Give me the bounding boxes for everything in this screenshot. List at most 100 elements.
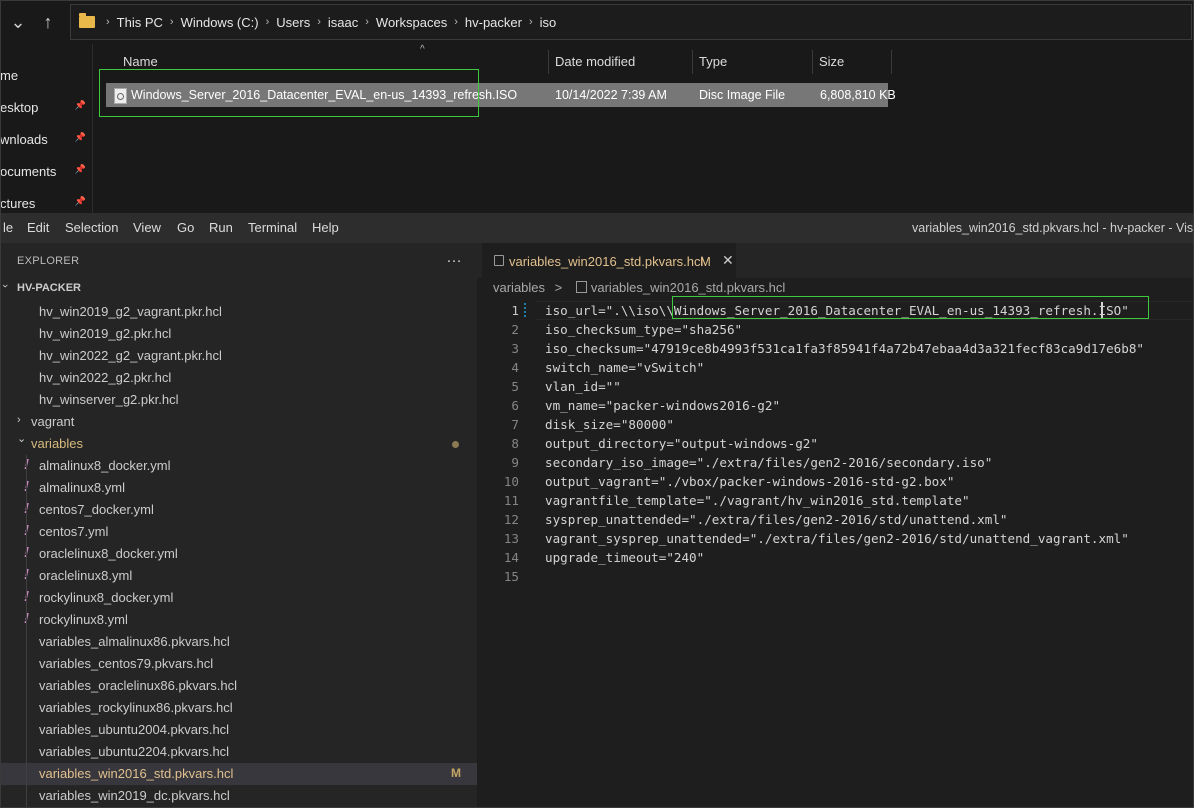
code-line[interactable]: 3 iso_checksum="47919ce8b4993f531ca1fa3f8…: [477, 339, 1194, 358]
menu-selection[interactable]: Selection: [65, 220, 118, 235]
column-type[interactable]: Type: [699, 54, 727, 69]
column-date-modified[interactable]: Date modified: [555, 54, 635, 69]
git-modified-badge: M: [451, 766, 461, 780]
breadcrumb-segment[interactable]: This PC: [117, 15, 163, 30]
column-size[interactable]: Size: [819, 54, 844, 69]
line-number: 13: [503, 531, 519, 546]
tab-active-file[interactable]: variables_win2016_std.pkvars.hcl M ✕: [482, 243, 736, 278]
tree-folder[interactable]: ⌄ variables: [0, 433, 477, 455]
breadcrumb-segment[interactable]: Workspaces: [376, 15, 447, 30]
breadcrumb-segment[interactable]: Users: [276, 15, 310, 30]
column-divider[interactable]: [692, 50, 693, 74]
nav-item[interactable]: ctures 📌: [0, 194, 92, 214]
tree-file[interactable]: hv_win2019_g2.pkr.hcl: [0, 323, 477, 345]
tree-file[interactable]: hv_win2022_g2.pkr.hcl: [0, 367, 477, 389]
tree-file[interactable]: !almalinux8.yml: [0, 477, 477, 499]
text-cursor: [1101, 302, 1103, 318]
tree-file[interactable]: hv_winserver_g2.pkr.hcl: [0, 389, 477, 411]
code-line[interactable]: 7 disk_size="80000": [477, 415, 1194, 434]
menu-view[interactable]: View: [133, 220, 161, 235]
tree-file[interactable]: variables_rockylinux86.pkvars.hcl: [0, 697, 477, 719]
chevron-down-icon[interactable]: ⌄: [17, 432, 26, 445]
chevron-right-icon[interactable]: ›: [17, 414, 21, 426]
tree-file[interactable]: hv_win2019_g2_vagrant.pkr.hcl: [0, 301, 477, 323]
tree-file[interactable]: !centos7.yml: [0, 521, 477, 543]
tree-item-label: hv_win2019_g2_vagrant.pkr.hcl: [39, 304, 222, 319]
breadcrumb-file[interactable]: variables_win2016_std.pkvars.hcl: [591, 280, 785, 295]
tree-folder[interactable]: › vagrant: [0, 411, 477, 433]
tree-file[interactable]: !oraclelinux8_docker.yml: [0, 543, 477, 565]
menu-run[interactable]: Run: [209, 220, 233, 235]
chevron-right-icon[interactable]: ›: [106, 16, 110, 28]
tree-file[interactable]: variables_ubuntu2004.pkvars.hcl: [0, 719, 477, 741]
line-number: 10: [503, 474, 519, 489]
chevron-right-icon[interactable]: ›: [170, 16, 174, 28]
code-line[interactable]: 2 iso_checksum_type="sha256": [477, 320, 1194, 339]
tree-item-label: variables_almalinux86.pkvars.hcl: [39, 634, 230, 649]
code-line[interactable]: 9 secondary_iso_image="./extra/files/gen2…: [477, 453, 1194, 472]
folder-icon: [79, 13, 95, 28]
chevron-right-icon[interactable]: ›: [266, 16, 270, 28]
code-line[interactable]: 15: [477, 567, 1194, 586]
breadcrumb-segment[interactable]: hv-packer: [465, 15, 522, 30]
line-number: 2: [511, 322, 519, 337]
project-section-header[interactable]: HV-PACKER: [17, 282, 81, 294]
window-title: variables_win2016_std.pkvars.hcl - hv-pa…: [912, 221, 1194, 235]
line-number: 9: [511, 455, 519, 470]
chevron-right-icon[interactable]: ›: [317, 16, 321, 28]
close-icon[interactable]: ✕: [722, 252, 734, 269]
tree-file[interactable]: variables_centos79.pkvars.hcl: [0, 653, 477, 675]
tree-file[interactable]: variables_win2016_std.pkvars.hcl M: [0, 763, 477, 785]
column-divider[interactable]: [548, 50, 549, 74]
chevron-right-icon[interactable]: ›: [365, 16, 369, 28]
code-text: vagrant_sysprep_unattended="./extra/file…: [545, 531, 1129, 546]
column-divider[interactable]: [812, 50, 813, 74]
down-arrow-icon[interactable]: ⌄: [6, 10, 30, 34]
nav-item[interactable]: wnloads 📌: [0, 130, 92, 150]
tree-file[interactable]: !centos7_docker.yml: [0, 499, 477, 521]
breadcrumb-segment[interactable]: iso: [540, 15, 557, 30]
up-arrow-icon[interactable]: ↑: [36, 10, 60, 34]
chevron-right-icon[interactable]: ›: [454, 16, 458, 28]
tree-item-label: variables: [31, 436, 84, 451]
menu-edit[interactable]: Edit: [27, 220, 49, 235]
breadcrumb-segment[interactable]: Windows (C:): [181, 15, 259, 30]
code-line[interactable]: 13 vagrant_sysprep_unattended="./extra/fi…: [477, 529, 1194, 548]
tree-item-label: centos7_docker.yml: [39, 502, 154, 517]
tree-file[interactable]: !almalinux8_docker.yml: [0, 455, 477, 477]
tree-file[interactable]: variables_ubuntu2204.pkvars.hcl: [0, 741, 477, 763]
code-line[interactable]: 14 upgrade_timeout="240": [477, 548, 1194, 567]
chevron-right-icon[interactable]: ›: [529, 16, 533, 28]
nav-item[interactable]: ocuments 📌: [0, 162, 92, 182]
nav-item[interactable]: esktop 📌: [0, 98, 92, 118]
tree-file[interactable]: variables_win2019_dc.pkvars.hcl: [0, 785, 477, 807]
breadcrumb-segment[interactable]: isaac: [328, 15, 358, 30]
code-line[interactable]: 6 vm_name="packer-windows2016-g2": [477, 396, 1194, 415]
code-line[interactable]: 10 output_vagrant="./vbox/packer-windows-…: [477, 472, 1194, 491]
column-divider[interactable]: [891, 50, 892, 74]
code-line[interactable]: 8 output_directory="output-windows-g2": [477, 434, 1194, 453]
tree-file[interactable]: !rockylinux8.yml: [0, 609, 477, 631]
address-bar[interactable]: › This PC › Windows (C:) › Users › isaac › Worksp…: [70, 4, 1192, 40]
menu-help[interactable]: Help: [312, 220, 339, 235]
nav-item[interactable]: me: [0, 66, 92, 86]
menu-terminal[interactable]: Terminal: [248, 220, 297, 235]
tree-file[interactable]: !oraclelinux8.yml: [0, 565, 477, 587]
line-number: 12: [503, 512, 519, 527]
tree-file[interactable]: variables_oraclelinux86.pkvars.hcl: [0, 675, 477, 697]
chevron-down-icon[interactable]: ›: [0, 284, 11, 288]
code-line[interactable]: 11 vagrantfile_template="./vagrant/hv_win…: [477, 491, 1194, 510]
tree-item-label: variables_win2019_dc.pkvars.hcl: [39, 788, 230, 803]
code-editor[interactable]: 1 iso_url=".\\iso\\Windows_Server_2016_Da…: [477, 301, 1194, 586]
more-actions-icon[interactable]: …: [446, 249, 462, 267]
column-name[interactable]: Name: [123, 54, 158, 69]
code-line[interactable]: 4 switch_name="vSwitch": [477, 358, 1194, 377]
code-line[interactable]: 5 vlan_id="": [477, 377, 1194, 396]
tree-file[interactable]: !rockylinux8_docker.yml: [0, 587, 477, 609]
tree-file[interactable]: hv_win2022_g2_vagrant.pkr.hcl: [0, 345, 477, 367]
breadcrumb-folder[interactable]: variables: [493, 280, 545, 295]
menu-file[interactable]: le: [3, 220, 13, 235]
code-line[interactable]: 12 sysprep_unattended="./extra/files/gen2…: [477, 510, 1194, 529]
tree-file[interactable]: variables_almalinux86.pkvars.hcl: [0, 631, 477, 653]
menu-go[interactable]: Go: [177, 220, 194, 235]
